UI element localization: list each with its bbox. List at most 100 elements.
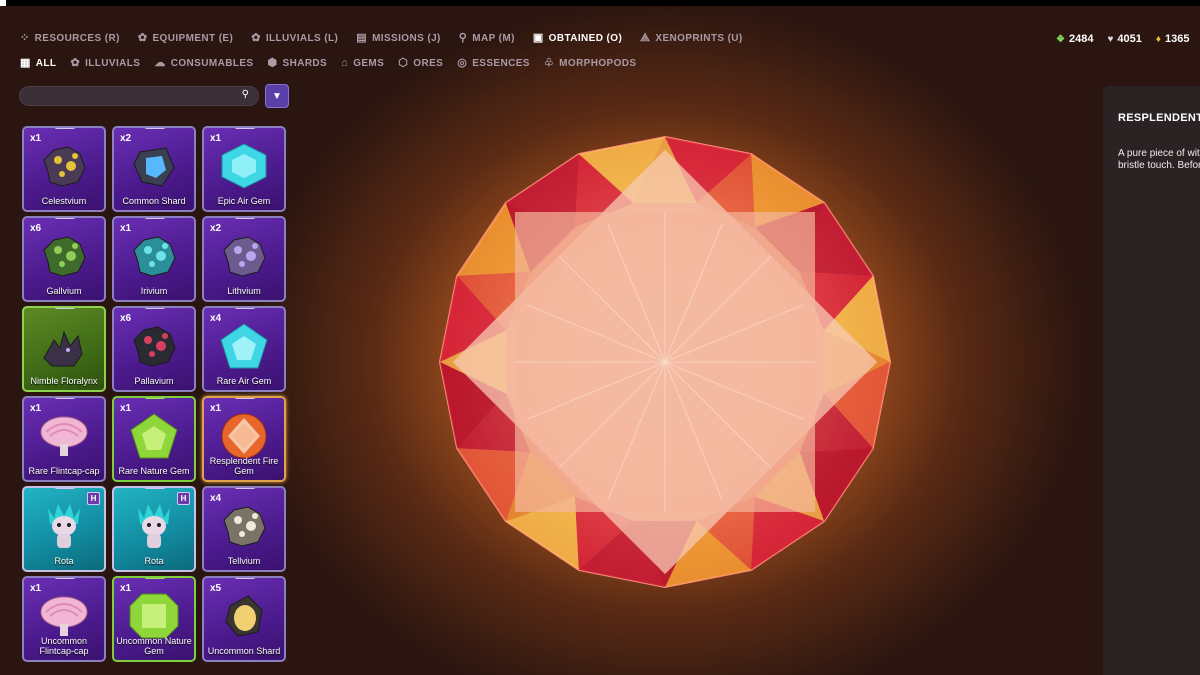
inventory-grid: x1 Celestvium x2 Common Shard x1 Epic Air Gem… [22,126,286,662]
missions-icon: ▤ [356,32,368,44]
item-name: Gallvium [46,286,82,296]
tab-label: SHARDS [282,58,328,69]
search-bar: ⚲ [19,86,259,107]
inventory-item-rota[interactable]: H Rota [22,486,106,572]
item-quantity: x1 [120,583,132,594]
inventory-item-tellvium[interactable]: x4 Tellvium [202,486,286,572]
item-quantity: x6 [30,223,42,234]
category-tab-consumables[interactable]: ☁ CONSUMABLES [154,57,254,70]
inventory-item-epic-air-gem[interactable]: x1 Epic Air Gem [202,126,286,212]
search-input[interactable] [20,88,220,107]
item-quantity: x4 [210,313,222,324]
inventory-item-rota[interactable]: H Rota [112,486,196,572]
category-filter-nav: ▦ ALL ✿ ILLUVIALS ☁ CONSUMABLES ⬢ SHARDS ⌂ GEMS ⬡ O… [20,57,637,70]
primary-tab-equipment-e[interactable]: ✿ EQUIPMENT (E) [138,33,234,45]
shard-blue-image [128,142,180,190]
filter-button[interactable]: ▼ [265,84,289,108]
primary-tab-illuvials-l[interactable]: ✿ ILLUVIALS (L) [251,32,339,45]
gem-fire-image [218,412,270,460]
inventory-item-rare-nature-gem[interactable]: x1 Rare Nature Gem [112,396,196,482]
item-name: Uncommon Nature Gem [116,636,192,656]
xenoprints-icon: ⟁ [640,32,651,44]
inventory-item-celestvium[interactable]: x1 Celestvium [22,126,106,212]
category-tab-gems[interactable]: ⌂ GEMS [341,58,385,70]
search-icon[interactable]: ⚲ [242,89,249,100]
shards-icon: ⬢ [267,57,278,69]
resplendent-fire-gem-image [438,135,892,589]
morphopods-icon: ♧ [543,57,555,69]
tab-label: OBTAINED (O) [548,33,623,44]
map-icon: ⚲ [458,32,468,44]
currency-value: 1365 [1164,33,1190,45]
inventory-item-resplendent-fire-gem[interactable]: x1 Resplendent Fire Gem [202,396,286,482]
filter-icon: ▼ [272,90,282,102]
item-detail-description: A pure piece of with radiant, c bands. I… [1118,148,1200,171]
ores-icon: ⬡ [398,57,409,69]
currency-item: ❖ 2484 [1056,33,1093,45]
tab-label: ESSENCES [472,58,530,69]
currency-value: 2484 [1068,33,1094,45]
item-quantity: x6 [120,313,132,324]
item-name: Rota [54,556,74,566]
item-quantity: x1 [30,583,42,594]
currency-value: 4051 [1117,33,1142,45]
gem-cyan-pent-image [218,322,270,370]
inventory-item-lithvium[interactable]: x2 Lithvium [202,216,286,302]
item-name: Rota [144,556,164,566]
item-name: Epic Air Gem [217,196,271,206]
item-quantity: x1 [120,403,132,414]
item-name: Uncommon Flintcap-cap [39,636,89,656]
inventory-item-rare-flintcap-cap[interactable]: x1 Rare Flintcap-cap [22,396,106,482]
inventory-item-common-shard[interactable]: x2 Common Shard [112,126,196,212]
item-badge: H [177,492,190,505]
item-name: Rare Air Gem [216,376,272,386]
tab-label: CONSUMABLES [170,58,254,69]
item-badge: H [87,492,100,505]
illuvials-icon: ✿ [251,32,261,44]
inventory-item-nimble-floralynx[interactable]: Nimble Floralynx [22,306,106,392]
creature-rota-image [38,502,90,550]
item-quantity: x2 [120,133,132,144]
primary-tab-obtained-o[interactable]: ▣ OBTAINED (O) [533,33,623,45]
item-name: Nimble Floralynx [30,376,98,386]
item-name: Celestvium [41,196,87,206]
green-crystal-icon: ❖ [1056,33,1065,45]
ore-teal-image [128,232,180,280]
item-name: Common Shard [122,196,186,206]
primary-tab-resources-r[interactable]: ⁘ RESOURCES (R) [20,33,120,45]
tab-label: RESOURCES (R) [34,33,120,44]
primary-tab-map-m[interactable]: ⚲ MAP (M) [458,32,515,45]
inventory-item-rare-air-gem[interactable]: x4 Rare Air Gem [202,306,286,392]
selected-item-preview [430,130,900,595]
item-quantity: x4 [210,493,222,504]
item-name: Irivium [140,286,168,296]
consumables-icon: ☁ [154,57,166,69]
item-name: Tellvium [227,556,261,566]
tab-label: ILLUVIALS (L) [265,33,339,44]
inventory-item-pallavium[interactable]: x6 Pallavium [112,306,196,392]
item-quantity: x1 [120,223,132,234]
category-tab-morphopods[interactable]: ♧ MORPHOPODS [543,57,637,70]
window-top-edge [0,0,1200,6]
category-tab-all[interactable]: ▦ ALL [20,58,56,70]
category-tab-ores[interactable]: ⬡ ORES [398,57,443,70]
tab-label: EQUIPMENT (E) [152,33,234,44]
currency-item: ♥ 4051 [1107,33,1141,45]
category-tab-shards[interactable]: ⬢ SHARDS [267,57,328,70]
ore-green-image [38,232,90,280]
category-tab-illuvials[interactable]: ✿ ILLUVIALS [70,58,140,70]
primary-tab-missions-j[interactable]: ▤ MISSIONS (J) [356,32,441,45]
shard-gold-image [218,592,270,640]
item-quantity: x1 [30,133,42,144]
category-tab-essences[interactable]: ◎ ESSENCES [457,58,530,70]
inventory-item-uncommon-shard[interactable]: x5 Uncommon Shard [202,576,286,662]
primary-tab-xenoprints-u[interactable]: ⟁ XENOPRINTS (U) [640,32,743,45]
inventory-item-uncommon-flintcap-cap[interactable]: x1 Uncommon Flintcap-cap [22,576,106,662]
tab-label: GEMS [353,58,385,69]
item-quantity: x1 [30,403,42,414]
inventory-item-gallvium[interactable]: x6 Gallvium [22,216,106,302]
primary-nav: ⁘ RESOURCES (R) ✿ EQUIPMENT (E) ✿ ILLUVIALS (… [20,32,743,45]
creature-rota-image [128,502,180,550]
inventory-item-uncommon-nature-gem[interactable]: x1 Uncommon Nature Gem [112,576,196,662]
inventory-item-irivium[interactable]: x1 Irivium [112,216,196,302]
